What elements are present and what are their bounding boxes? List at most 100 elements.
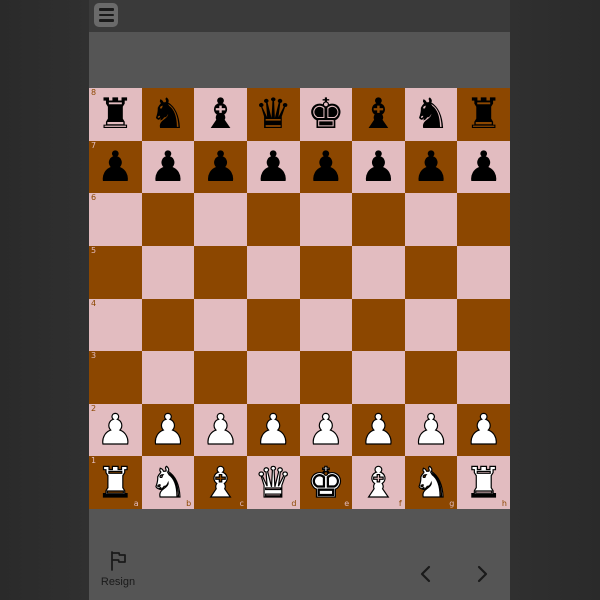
black-pawn-icon[interactable]: ♟ [465, 145, 503, 188]
square-a4[interactable]: 4 [89, 298, 142, 352]
square-b8[interactable]: ♞ [141, 88, 195, 141]
square-g6[interactable] [404, 193, 458, 246]
square-g2[interactable]: ♟ [404, 403, 458, 457]
square-f5[interactable] [352, 245, 405, 299]
black-pawn-icon[interactable]: ♟ [254, 145, 292, 188]
square-e5[interactable] [299, 245, 353, 299]
square-b7[interactable]: ♟ [141, 140, 195, 194]
black-pawn-icon[interactable]: ♟ [149, 145, 187, 188]
square-b3[interactable] [141, 351, 195, 404]
next-move-button[interactable] [468, 560, 496, 588]
white-pawn-icon[interactable]: ♟ [149, 408, 188, 451]
square-b4[interactable] [141, 298, 195, 352]
white-bishop-icon[interactable]: ♝ [201, 461, 240, 504]
square-e1[interactable]: e ♚ [299, 456, 353, 509]
square-d1[interactable]: d ♛ [246, 456, 300, 509]
square-f8[interactable]: ♝ [352, 88, 405, 141]
square-e6[interactable] [299, 193, 353, 246]
square-b2[interactable]: ♟ [141, 403, 195, 457]
square-g7[interactable]: ♟ [404, 140, 458, 194]
square-g4[interactable] [404, 298, 458, 352]
square-c7[interactable]: ♟ [194, 140, 247, 194]
square-h5[interactable] [457, 245, 510, 299]
square-g5[interactable] [404, 245, 458, 299]
square-d2[interactable]: ♟ [246, 403, 300, 457]
square-f4[interactable] [352, 298, 405, 352]
square-e2[interactable]: ♟ [299, 403, 353, 457]
black-bishop-icon[interactable]: ♝ [360, 93, 398, 135]
black-pawn-icon[interactable]: ♟ [412, 145, 450, 188]
square-g8[interactable]: ♞ [404, 88, 458, 141]
square-c4[interactable] [194, 298, 247, 352]
white-pawn-icon[interactable]: ♟ [254, 408, 293, 451]
square-f2[interactable]: ♟ [352, 403, 405, 457]
square-g3[interactable] [404, 351, 458, 404]
square-h4[interactable] [457, 298, 510, 352]
white-king-icon[interactable]: ♚ [306, 461, 345, 504]
black-pawn-icon[interactable]: ♟ [96, 145, 134, 188]
black-knight-icon[interactable]: ♞ [149, 93, 187, 135]
black-pawn-icon[interactable]: ♟ [360, 145, 398, 188]
resign-button[interactable]: Resign [97, 550, 139, 588]
square-b6[interactable] [141, 193, 195, 246]
white-knight-icon[interactable]: ♞ [149, 461, 188, 504]
square-f6[interactable] [352, 193, 405, 246]
square-h3[interactable] [457, 351, 510, 404]
white-pawn-icon[interactable]: ♟ [201, 408, 240, 451]
white-pawn-icon[interactable]: ♟ [412, 408, 451, 451]
white-rook-icon[interactable]: ♜ [464, 461, 503, 504]
white-pawn-icon[interactable]: ♟ [96, 408, 135, 451]
black-bishop-icon[interactable]: ♝ [202, 93, 240, 135]
black-knight-icon[interactable]: ♞ [412, 93, 450, 135]
square-e3[interactable] [299, 351, 353, 404]
black-rook-icon[interactable]: ♜ [465, 93, 503, 135]
white-pawn-icon[interactable]: ♟ [464, 408, 503, 451]
black-king-icon[interactable]: ♚ [307, 93, 345, 135]
white-queen-icon[interactable]: ♛ [254, 461, 293, 504]
square-f3[interactable] [352, 351, 405, 404]
square-b1[interactable]: b ♞ [141, 456, 195, 509]
square-e8[interactable]: ♚ [299, 88, 353, 141]
square-d5[interactable] [246, 245, 300, 299]
square-d3[interactable] [246, 351, 300, 404]
square-b5[interactable] [141, 245, 195, 299]
black-pawn-icon[interactable]: ♟ [202, 145, 240, 188]
square-c8[interactable]: ♝ [194, 88, 247, 141]
square-f7[interactable]: ♟ [352, 140, 405, 194]
square-a5[interactable]: 5 [89, 245, 142, 299]
square-a8[interactable]: 8 ♜ [89, 88, 142, 141]
white-rook-icon[interactable]: ♜ [96, 461, 135, 504]
square-e7[interactable]: ♟ [299, 140, 353, 194]
square-h2[interactable]: ♟ [457, 403, 510, 457]
square-h6[interactable] [457, 193, 510, 246]
square-a7[interactable]: 7 ♟ [89, 140, 142, 194]
square-c3[interactable] [194, 351, 247, 404]
white-bishop-icon[interactable]: ♝ [359, 461, 398, 504]
square-g1[interactable]: g ♞ [404, 456, 458, 509]
square-d7[interactable]: ♟ [246, 140, 300, 194]
black-rook-icon[interactable]: ♜ [96, 93, 134, 135]
previous-move-button[interactable] [412, 560, 440, 588]
square-c2[interactable]: ♟ [194, 403, 247, 457]
square-d8[interactable]: ♛ [246, 88, 300, 141]
square-d4[interactable] [246, 298, 300, 352]
square-h7[interactable]: ♟ [457, 140, 510, 194]
white-knight-icon[interactable]: ♞ [412, 461, 451, 504]
square-h8[interactable]: ♜ [457, 88, 510, 141]
square-c1[interactable]: c ♝ [194, 456, 247, 509]
square-a2[interactable]: 2 ♟ [89, 403, 142, 457]
square-a3[interactable]: 3 [89, 351, 142, 404]
white-pawn-icon[interactable]: ♟ [306, 408, 345, 451]
black-pawn-icon[interactable]: ♟ [307, 145, 345, 188]
square-c5[interactable] [194, 245, 247, 299]
square-f1[interactable]: f ♝ [352, 456, 405, 509]
white-pawn-icon[interactable]: ♟ [359, 408, 398, 451]
square-a1[interactable]: 1 a ♜ [89, 456, 142, 509]
square-h1[interactable]: h ♜ [457, 456, 510, 509]
square-d6[interactable] [246, 193, 300, 246]
square-e4[interactable] [299, 298, 353, 352]
black-queen-icon[interactable]: ♛ [254, 93, 292, 135]
square-c6[interactable] [194, 193, 247, 246]
hamburger-menu-icon[interactable] [94, 3, 118, 27]
square-a6[interactable]: 6 [89, 193, 142, 246]
